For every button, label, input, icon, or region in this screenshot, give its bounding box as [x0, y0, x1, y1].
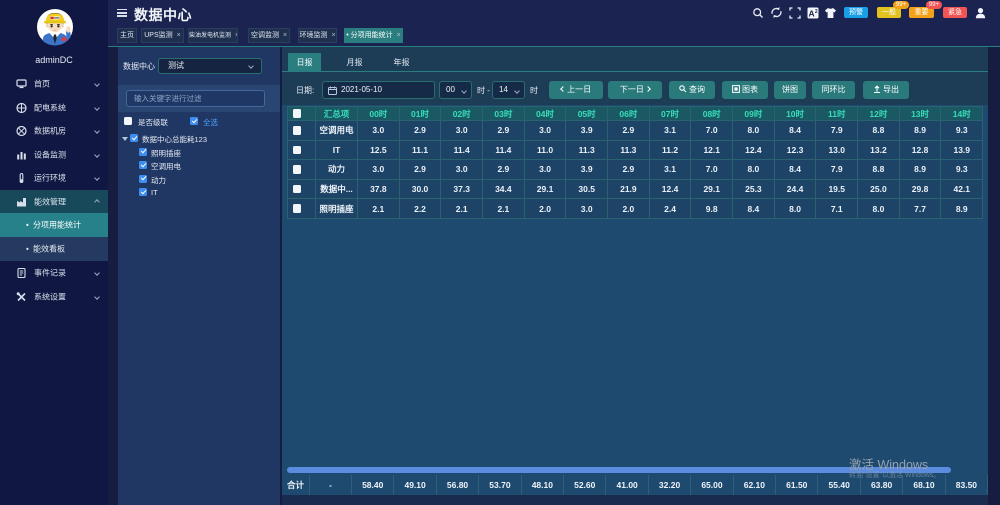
svg-text:2: 2	[815, 9, 818, 15]
svg-text:A: A	[809, 8, 815, 18]
